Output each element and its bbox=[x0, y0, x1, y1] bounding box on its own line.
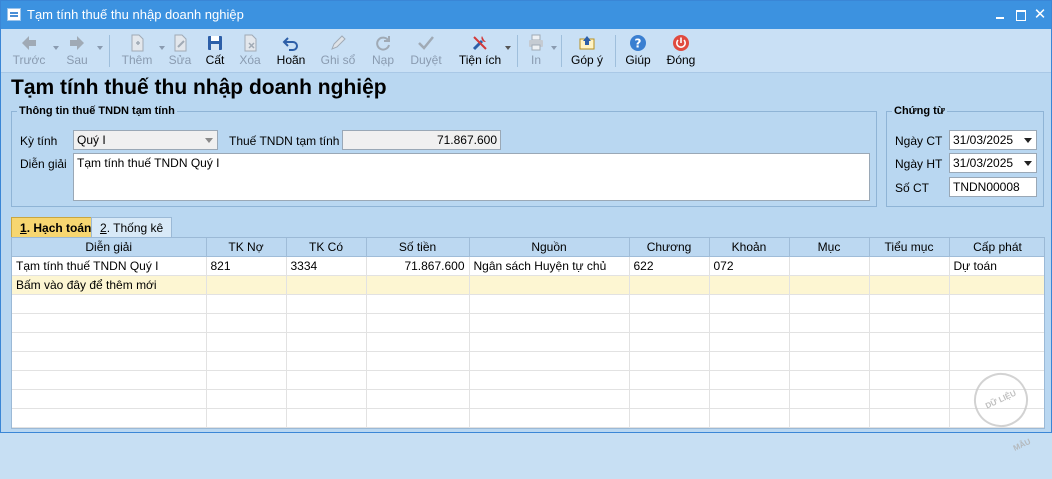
refresh-icon bbox=[376, 36, 390, 51]
voucher-number-label: Số CT bbox=[895, 181, 930, 195]
delete-document-icon bbox=[244, 34, 257, 52]
voucher-date-value: 31/03/2025 bbox=[953, 133, 1014, 147]
add-new-row[interactable]: Bấm vào đây để thêm mới bbox=[12, 275, 1044, 295]
chevron-down-icon bbox=[1024, 161, 1032, 166]
feedback-button[interactable]: Góp ý bbox=[567, 31, 607, 71]
column-header[interactable]: Nguồn bbox=[469, 238, 630, 257]
period-label: Kỳ tính bbox=[20, 134, 58, 148]
chevron-down-icon bbox=[1024, 138, 1032, 143]
arrow-right-icon bbox=[70, 36, 84, 50]
posting-date-value: 31/03/2025 bbox=[953, 156, 1014, 170]
column-header[interactable]: Mục bbox=[789, 238, 870, 257]
toolbar: Trước Sau Thêm Sửa Cất Xóa Hoãn Ghi sổ N… bbox=[1, 29, 1051, 73]
tax-info-legend: Thông tin thuế TNDN tạm tính bbox=[19, 105, 175, 117]
delete-button[interactable]: Xóa bbox=[235, 31, 265, 71]
voucher-date-picker[interactable]: 31/03/2025 bbox=[949, 130, 1037, 150]
description-label: Diễn giải bbox=[20, 157, 67, 171]
column-header[interactable]: TK Có bbox=[286, 238, 367, 257]
table-row[interactable]: Tạm tính thuế TNDN Quý I 821 3334 71.867… bbox=[12, 256, 1044, 276]
close-window-button[interactable]: ✕ bbox=[1032, 7, 1048, 23]
undo-icon bbox=[282, 37, 298, 51]
grid-cell[interactable]: 71.867.600 bbox=[366, 256, 470, 276]
posting-date-label: Ngày HT bbox=[895, 157, 943, 171]
checkmark-icon bbox=[418, 36, 434, 50]
app-window: Tạm tính thuế thu nhập doanh nghiệp ✕ Tr… bbox=[0, 0, 1052, 453]
maximize-button[interactable] bbox=[1013, 7, 1029, 23]
previous-button[interactable]: Trước bbox=[7, 31, 59, 71]
save-icon bbox=[208, 36, 222, 50]
accounting-grid: Diễn giải TK Nợ TK Có Số tiền Nguồn Chươ… bbox=[11, 237, 1045, 429]
power-icon bbox=[673, 35, 689, 51]
approve-button[interactable]: Duyệt bbox=[407, 31, 445, 71]
column-header[interactable]: Diễn giải bbox=[12, 238, 207, 257]
app-document-icon bbox=[7, 8, 21, 21]
close-button[interactable]: Đóng bbox=[663, 31, 699, 71]
page-title: Tạm tính thuế thu nhập doanh nghiệp bbox=[11, 76, 387, 99]
voucher-date-label: Ngày CT bbox=[895, 134, 943, 148]
period-select[interactable]: Quý I bbox=[73, 130, 218, 150]
grid-cell[interactable]: Ngân sách Huyện tự chủ bbox=[469, 256, 630, 276]
add-new-row-text[interactable]: Bấm vào đây để thêm mới bbox=[12, 275, 207, 295]
minimize-button[interactable] bbox=[993, 7, 1009, 23]
next-button[interactable]: Sau bbox=[59, 31, 103, 71]
add-document-icon bbox=[131, 34, 144, 52]
help-button[interactable]: ? Giúp bbox=[621, 31, 655, 71]
arrow-left-icon bbox=[22, 36, 36, 50]
column-header[interactable]: Cấp phát bbox=[949, 238, 1044, 257]
posting-date-picker[interactable]: 31/03/2025 bbox=[949, 153, 1037, 173]
column-header[interactable]: Tiểu mục bbox=[869, 238, 950, 257]
tab-accounting-label: . Hạch toán bbox=[26, 221, 92, 235]
description-field[interactable]: Tạm tính thuế TNDN Quý I bbox=[73, 153, 870, 201]
reload-button[interactable]: Nạp bbox=[367, 31, 399, 71]
grid-cell[interactable]: Dự toán bbox=[949, 256, 1044, 276]
tax-amount-label: Thuế TNDN tạm tính bbox=[229, 134, 340, 148]
svg-text:?: ? bbox=[635, 37, 642, 51]
grid-cell[interactable]: 3334 bbox=[286, 256, 367, 276]
voucher-number-field[interactable]: TNDN00008 bbox=[949, 177, 1037, 197]
tab-accounting-key: 1 bbox=[20, 221, 27, 235]
column-header[interactable]: TK Nợ bbox=[206, 238, 287, 257]
tab-statistics-label: . Thống kê bbox=[106, 221, 164, 235]
cancel-button[interactable]: Hoãn bbox=[273, 31, 309, 71]
print-button[interactable]: In bbox=[523, 31, 557, 71]
column-header[interactable]: Chương bbox=[629, 238, 710, 257]
feedback-icon bbox=[579, 36, 595, 50]
grid-cell[interactable]: 622 bbox=[629, 256, 710, 276]
column-header[interactable]: Số tiền bbox=[366, 238, 470, 257]
grid-cell[interactable] bbox=[869, 256, 950, 276]
edit-document-icon bbox=[174, 34, 187, 52]
tab-accounting[interactable]: 1. Hạch toán bbox=[11, 217, 101, 238]
grid-cell[interactable]: 821 bbox=[206, 256, 287, 276]
tab-statistics[interactable]: 2. Thống kê bbox=[91, 217, 173, 238]
grid-header-row: Diễn giải TK Nợ TK Có Số tiền Nguồn Chươ… bbox=[12, 238, 1044, 257]
voucher-legend: Chứng từ bbox=[894, 105, 945, 117]
utilities-button[interactable]: Tiện ích bbox=[457, 31, 511, 71]
period-select-value: Quý I bbox=[77, 133, 106, 147]
tab-statistics-key: 2 bbox=[100, 221, 107, 235]
window-title: Tạm tính thuế thu nhập doanh nghiệp bbox=[27, 7, 244, 22]
add-button[interactable]: Thêm bbox=[117, 31, 165, 71]
printer-icon bbox=[529, 34, 543, 51]
grid-cell[interactable] bbox=[789, 256, 870, 276]
save-button[interactable]: Cất bbox=[201, 31, 229, 71]
tax-amount-field[interactable]: 71.867.600 bbox=[342, 130, 501, 150]
grid-cell[interactable]: Tạm tính thuế TNDN Quý I bbox=[12, 256, 207, 276]
pencil-icon bbox=[331, 35, 346, 50]
chevron-down-icon bbox=[205, 138, 213, 143]
grid-cell[interactable]: 072 bbox=[709, 256, 790, 276]
help-icon: ? bbox=[630, 35, 646, 51]
edit-button[interactable]: Sửa bbox=[165, 31, 195, 71]
post-button[interactable]: Ghi sổ bbox=[319, 31, 357, 71]
column-header[interactable]: Khoản bbox=[709, 238, 790, 257]
tools-icon bbox=[472, 36, 487, 51]
title-bar: Tạm tính thuế thu nhập doanh nghiệp ✕ bbox=[1, 1, 1051, 29]
